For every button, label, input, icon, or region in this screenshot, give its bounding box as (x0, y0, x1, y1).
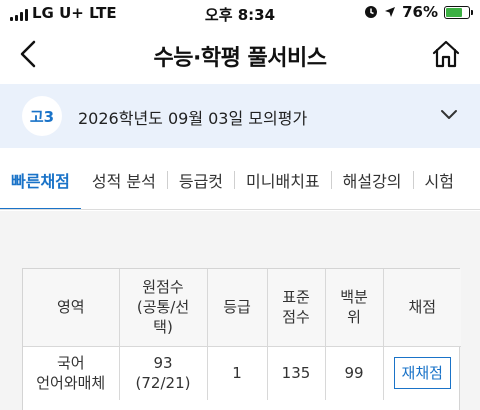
table-header-row: 영역 원점수 (공통/선 택) 등급 표준 점수 백분 위 채점 (23, 269, 461, 347)
score-table: 영역 원점수 (공통/선 택) 등급 표준 점수 백분 위 채점 국어 언어와매체 93(… (23, 269, 461, 400)
cell-raw-score: 93 (72/21) (119, 346, 208, 400)
chevron-down-icon[interactable] (440, 106, 458, 124)
header-rescore: 채점 (383, 269, 461, 347)
alarm-icon (365, 6, 378, 18)
home-icon (432, 40, 460, 68)
header-grade: 등급 (207, 269, 268, 347)
rescore-button[interactable]: 재채점 (393, 357, 451, 390)
cell-standard-score: 135 (267, 346, 326, 400)
header: 수능·학평 풀서비스 (0, 30, 480, 80)
exam-selector[interactable]: 고3 2026학년도 09월 03일 모의평가 (0, 84, 480, 148)
battery-fill (446, 7, 462, 17)
tab-label: 시험 (424, 171, 454, 191)
tab-exam[interactable]: 시험 (414, 150, 465, 209)
header-raw-score: 원점수 (공통/선 택) (119, 269, 208, 347)
tab-score-analysis[interactable]: 성적 분석 (81, 150, 167, 209)
page-title: 수능·학평 풀서비스 (153, 46, 327, 71)
status-bar: LG U+ LTE 오후 8:34 76% (0, 0, 480, 30)
content-area: 영역 원점수 (공통/선 택) 등급 표준 점수 백분 위 채점 국어 언어와매체 93(… (0, 211, 480, 410)
location-arrow-icon (385, 7, 396, 17)
tab-grade-cut[interactable]: 등급컷 (168, 150, 234, 209)
tab-lecture[interactable]: 해설강의 (332, 150, 413, 209)
table-row: 국어 언어와매체 93 (72/21) 1 135 99 재채점 (23, 346, 461, 400)
grade-badge: 고3 (22, 96, 62, 136)
battery-icon (444, 5, 473, 19)
status-right: 76% (364, 3, 473, 21)
tab-quick-scoring[interactable]: 빠른채점 (0, 150, 81, 209)
tab-mini-placement[interactable]: 미니배치표 (235, 150, 331, 209)
cell-subject: 국어 언어와매체 (23, 346, 120, 400)
tab-label: 미니배치표 (246, 171, 320, 191)
tab-label: 등급컷 (178, 171, 224, 191)
score-table-card: 영역 원점수 (공통/선 택) 등급 표준 점수 백분 위 채점 국어 언어와매체 93(… (22, 268, 461, 410)
tab-label: 해설강의 (342, 171, 402, 191)
cell-percentile: 99 (325, 346, 384, 400)
home-button[interactable] (430, 38, 462, 70)
header-subject: 영역 (23, 269, 120, 347)
header-percentile: 백분 위 (325, 269, 384, 347)
cell-rescore: 재채점 (383, 346, 461, 400)
tab-label: 빠른채점 (11, 171, 70, 191)
tab-label: 성적 분석 (91, 171, 156, 191)
header-standard-score: 표준 점수 (267, 269, 326, 347)
exam-name: 2026학년도 09월 03일 모의평가 (78, 109, 308, 128)
tab-bar: 빠른채점 성적 분석 등급컷 미니배치표 해설강의 시험 (0, 150, 480, 210)
cell-grade: 1 (207, 346, 268, 400)
battery-percent: 76% (402, 3, 438, 21)
